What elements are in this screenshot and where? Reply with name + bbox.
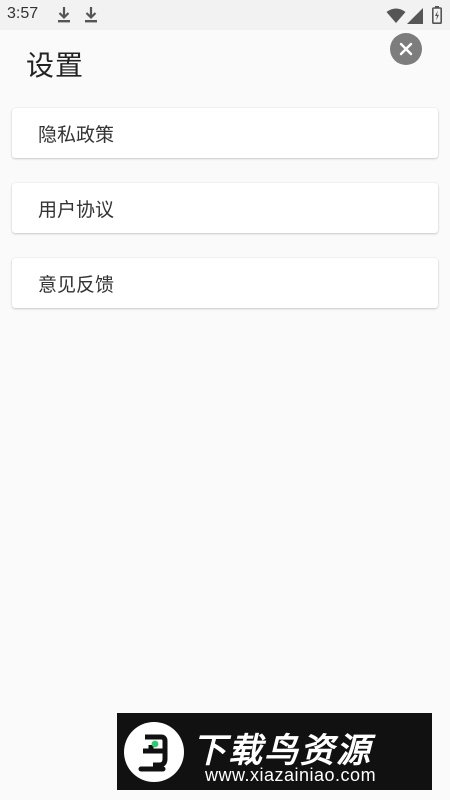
close-button[interactable] — [390, 33, 422, 65]
menu-item-label: 用户协议 — [38, 198, 115, 221]
close-icon — [399, 42, 413, 56]
menu-item-feedback[interactable]: 意见反馈 — [12, 258, 438, 308]
signal-icon — [407, 8, 423, 24]
battery-icon — [432, 6, 442, 24]
bird-logo-icon — [124, 722, 184, 782]
menu-item-privacy-policy[interactable]: 隐私政策 — [12, 108, 438, 158]
download-icon — [58, 7, 70, 23]
menu-item-label: 隐私政策 — [38, 123, 115, 146]
status-time: 3:57 — [7, 5, 39, 22]
watermark-banner: 下载鸟资源 www.xiazainiao.com — [117, 713, 432, 790]
settings-menu: 隐私政策 用户协议 意见反馈 — [12, 108, 438, 333]
status-bar: 3:57 — [0, 0, 450, 30]
wifi-icon — [386, 8, 406, 23]
page-title: 设置 — [26, 49, 85, 82]
watermark-url: www.xiazainiao.com — [205, 765, 377, 785]
menu-item-label: 意见反馈 — [38, 273, 115, 296]
menu-item-user-agreement[interactable]: 用户协议 — [12, 183, 438, 233]
download-icon — [85, 7, 97, 23]
